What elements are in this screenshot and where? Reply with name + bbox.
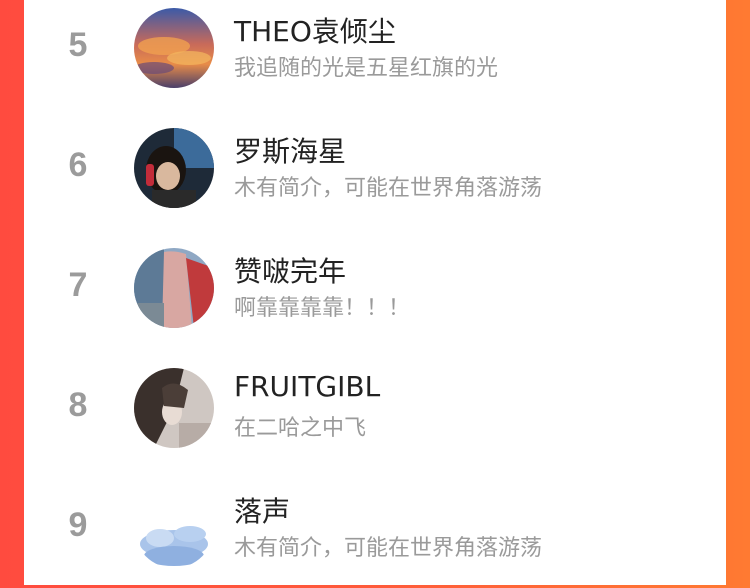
- ranking-list-panel: 5 THEO袁倾尘 我追随的光是五星红旗的光 6 罗斯海星 木有简介，可能在世界…: [24, 0, 726, 585]
- ranking-row[interactable]: 8 FRUITGIBL 在二哈之中飞: [24, 348, 726, 468]
- rank-number: 6: [68, 146, 88, 184]
- ranking-row[interactable]: 5 THEO袁倾尘 我追随的光是五星红旗的光: [24, 0, 726, 108]
- user-bio: 在二哈之中飞: [234, 416, 367, 441]
- user-name: 罗斯海星: [234, 135, 347, 168]
- user-name: 落声: [234, 495, 291, 528]
- user-bio: 我追随的光是五星红旗的光: [234, 56, 499, 81]
- ranking-row[interactable]: 9 落声 木有简介，可能在世界角落游荡: [24, 468, 726, 588]
- user-name: FRUITGIBL: [234, 370, 381, 403]
- rank-number: 9: [68, 506, 88, 544]
- person-long-hair-avatar[interactable]: [134, 248, 214, 328]
- rank-number: 8: [68, 386, 88, 424]
- sky-clouds-avatar[interactable]: [134, 488, 214, 568]
- sunset-clouds-avatar[interactable]: [134, 8, 214, 88]
- rank-number: 7: [68, 266, 88, 304]
- user-bio: 木有简介，可能在世界角落游荡: [234, 536, 543, 561]
- person-selfie-avatar[interactable]: [134, 128, 214, 208]
- ranking-row[interactable]: 6 罗斯海星 木有简介，可能在世界角落游荡: [24, 108, 726, 228]
- user-bio: 啊靠靠靠靠！！！: [234, 296, 411, 321]
- anime-character-avatar[interactable]: [134, 368, 214, 448]
- user-bio: 木有简介，可能在世界角落游荡: [234, 176, 543, 201]
- ranking-row[interactable]: 7 赞啵完年 啊靠靠靠靠！！！: [24, 228, 726, 348]
- user-name: 赞啵完年: [234, 255, 347, 288]
- rank-number: 5: [68, 26, 88, 64]
- user-name: THEO袁倾尘: [234, 15, 396, 48]
